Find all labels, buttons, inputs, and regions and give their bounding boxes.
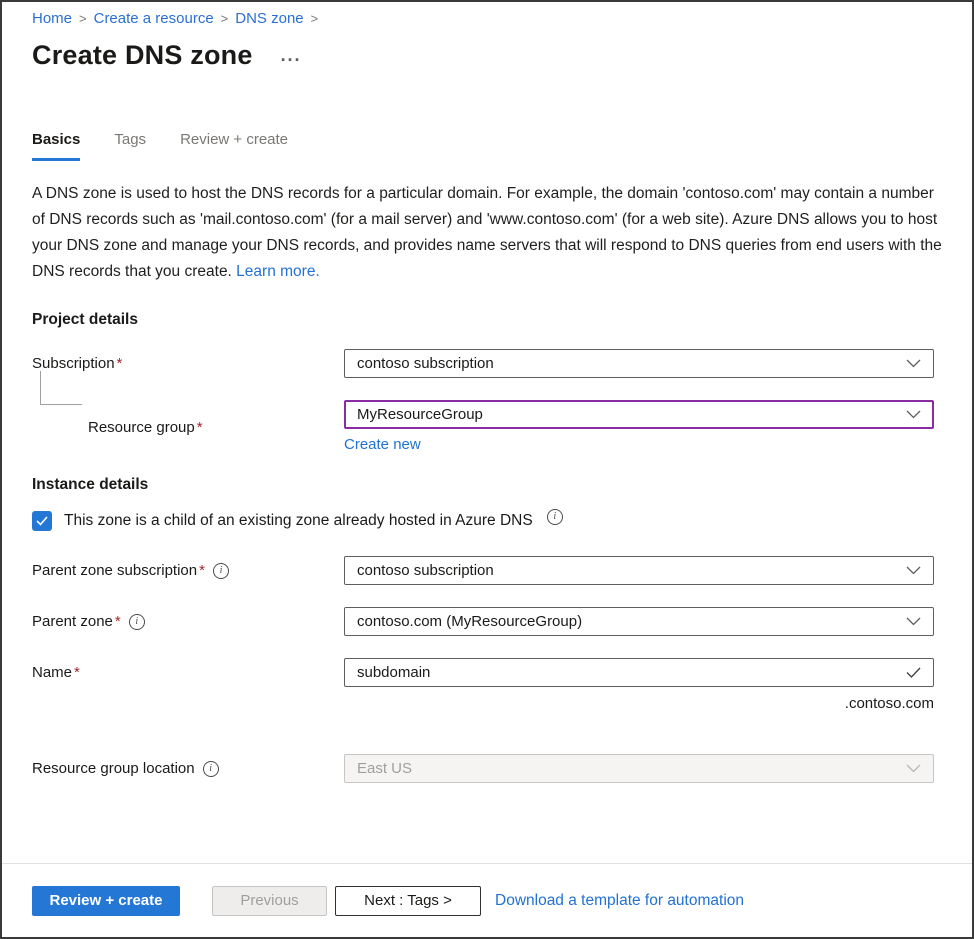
info-icon[interactable]: i — [213, 563, 229, 579]
required-asterisk: * — [74, 664, 80, 681]
download-template-link[interactable]: Download a template for automation — [495, 892, 744, 910]
breadcrumb-separator: > — [79, 11, 87, 26]
project-details-section: Subscription* contoso subscription Resou… — [32, 349, 942, 454]
name-value: subdomain — [357, 664, 430, 681]
info-icon[interactable]: i — [129, 614, 145, 630]
subscription-row: Subscription* contoso subscription — [32, 349, 942, 378]
checkmark-icon — [36, 516, 48, 526]
instance-details-section: Parent zone subscription* i contoso subs… — [32, 556, 942, 783]
resource-group-location-dropdown: East US — [344, 754, 934, 783]
child-zone-checkbox-row: This zone is a child of an existing zone… — [32, 511, 942, 531]
breadcrumb: Home > Create a resource > DNS zone > — [32, 2, 942, 27]
more-options-icon[interactable]: ··· — [281, 55, 302, 65]
breadcrumb-dns-zone[interactable]: DNS zone — [235, 10, 303, 27]
next-tags-button[interactable]: Next : Tags > — [335, 886, 481, 916]
resource-group-label: Resource group* — [32, 419, 344, 436]
info-icon[interactable]: i — [547, 509, 563, 525]
child-zone-checkbox-label: This zone is a child of an existing zone… — [64, 512, 533, 530]
name-row: Name* subdomain — [32, 658, 942, 687]
resource-group-value: MyResourceGroup — [357, 406, 483, 423]
create-dns-zone-page: Home > Create a resource > DNS zone > Cr… — [0, 0, 974, 939]
resource-group-location-label: Resource group location i — [32, 760, 344, 777]
info-icon[interactable]: i — [203, 761, 219, 777]
breadcrumb-home[interactable]: Home — [32, 10, 72, 27]
name-domain-suffix: .contoso.com — [344, 695, 934, 712]
learn-more-link[interactable]: Learn more. — [236, 263, 320, 280]
instance-details-heading: Instance details — [32, 476, 942, 494]
resource-group-dropdown[interactable]: MyResourceGroup — [344, 400, 934, 429]
name-input[interactable]: subdomain — [344, 658, 934, 687]
description-text: A DNS zone is used to host the DNS recor… — [32, 185, 942, 280]
create-new-link[interactable]: Create new — [344, 436, 421, 453]
resource-group-location-value: East US — [357, 760, 412, 777]
valid-checkmark-icon — [906, 667, 921, 678]
resource-group-row: Resource group* MyResourceGroup Create n… — [32, 400, 942, 454]
resource-group-connector-line — [40, 371, 82, 405]
chevron-down-icon — [906, 410, 921, 419]
previous-button: Previous — [212, 886, 327, 916]
chevron-down-icon — [906, 359, 921, 368]
required-asterisk: * — [117, 355, 123, 372]
subscription-dropdown[interactable]: contoso subscription — [344, 349, 934, 378]
chevron-down-icon — [906, 764, 921, 773]
required-asterisk: * — [197, 419, 203, 436]
breadcrumb-separator: > — [311, 11, 319, 26]
project-details-heading: Project details — [32, 311, 942, 329]
subscription-label: Subscription* — [32, 355, 344, 372]
parent-zone-subscription-value: contoso subscription — [357, 562, 494, 579]
subscription-value: contoso subscription — [357, 355, 494, 372]
tab-basics[interactable]: Basics — [32, 131, 80, 161]
footer-action-bar: Review + create Previous Next : Tags > D… — [2, 863, 972, 937]
breadcrumb-create-a-resource[interactable]: Create a resource — [94, 10, 214, 27]
required-asterisk: * — [199, 562, 205, 579]
required-asterisk: * — [115, 613, 121, 630]
review-create-button[interactable]: Review + create — [32, 886, 180, 916]
chevron-down-icon — [906, 617, 921, 626]
child-zone-checkbox[interactable] — [32, 511, 52, 531]
parent-zone-dropdown[interactable]: contoso.com (MyResourceGroup) — [344, 607, 934, 636]
page-title: Create DNS zone — [32, 40, 253, 71]
parent-zone-subscription-dropdown[interactable]: contoso subscription — [344, 556, 934, 585]
name-label: Name* — [32, 664, 344, 681]
tab-bar: Basics Tags Review + create — [32, 131, 942, 161]
tab-review-create[interactable]: Review + create — [180, 131, 288, 161]
chevron-down-icon — [906, 566, 921, 575]
parent-zone-subscription-label: Parent zone subscription* i — [32, 562, 344, 579]
resource-group-location-row: Resource group location i East US — [32, 754, 942, 783]
parent-zone-value: contoso.com (MyResourceGroup) — [357, 613, 582, 630]
parent-zone-label: Parent zone* i — [32, 613, 344, 630]
page-description: A DNS zone is used to host the DNS recor… — [32, 181, 942, 285]
breadcrumb-separator: > — [221, 11, 229, 26]
tab-tags[interactable]: Tags — [114, 131, 146, 161]
parent-zone-subscription-row: Parent zone subscription* i contoso subs… — [32, 556, 942, 585]
parent-zone-row: Parent zone* i contoso.com (MyResourceGr… — [32, 607, 942, 636]
